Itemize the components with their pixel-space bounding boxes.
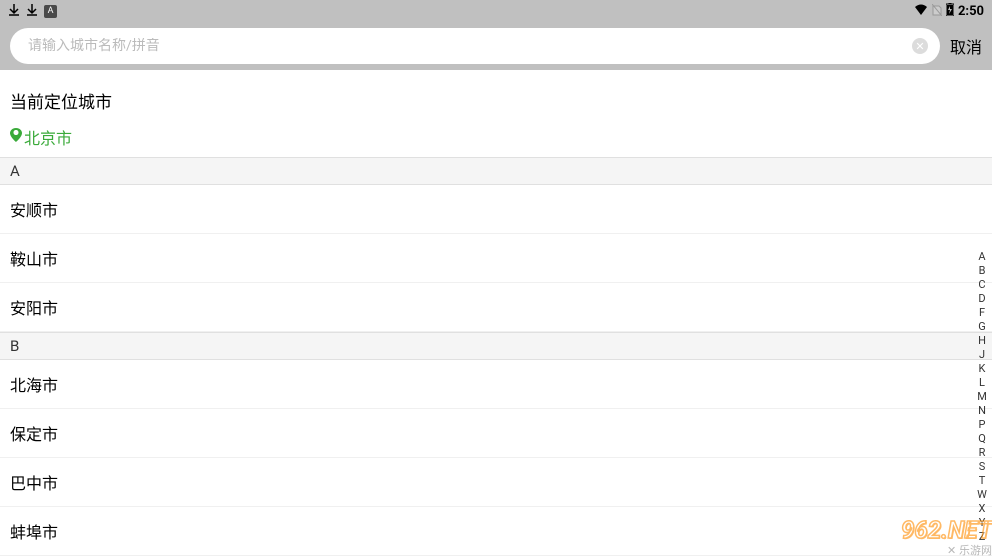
current-location-section: 当前定位城市 北京市 [0, 70, 992, 157]
app-badge-icon: A [44, 5, 57, 18]
city-item[interactable]: 保定市 [0, 409, 992, 458]
index-letter[interactable]: D [974, 292, 990, 306]
download-icon [8, 4, 20, 19]
watermark: 962.NET ✕ 乐游网 [901, 516, 992, 558]
index-letter[interactable]: Q [974, 432, 990, 446]
index-letter[interactable]: A [974, 250, 990, 264]
content-scroll[interactable]: 当前定位城市 北京市 A安顺市鞍山市安阳市B北海市保定市巴中市蚌埠市毕节市宝鸡市… [0, 70, 992, 558]
city-item[interactable]: 安顺市 [0, 185, 992, 234]
index-letter[interactable]: R [974, 446, 990, 460]
watermark-logo: 962.NET [901, 516, 992, 544]
status-left: A [8, 4, 57, 19]
index-letter[interactable]: K [974, 362, 990, 376]
search-bar: ✕ 取消 [0, 22, 992, 70]
index-letter[interactable]: N [974, 404, 990, 418]
section-header: A [0, 157, 992, 185]
search-input-wrapper[interactable]: ✕ [10, 28, 940, 64]
city-item[interactable]: 蚌埠市 [0, 507, 992, 556]
index-letter[interactable]: X [974, 502, 990, 516]
cancel-button[interactable]: 取消 [950, 34, 982, 58]
battery-icon [946, 3, 954, 19]
index-letter[interactable]: B [974, 264, 990, 278]
index-letter[interactable]: W [974, 488, 990, 502]
wifi-icon [914, 4, 928, 19]
index-letter[interactable]: T [974, 474, 990, 488]
city-item[interactable]: 安阳市 [0, 283, 992, 332]
city-item[interactable]: 鞍山市 [0, 234, 992, 283]
status-bar: A 2:50 [0, 0, 992, 22]
current-city-name: 北京市 [24, 125, 72, 149]
search-input[interactable] [28, 38, 912, 54]
location-pin-icon [10, 128, 22, 146]
download-icon-2 [26, 4, 38, 19]
status-time: 2:50 [958, 4, 984, 19]
index-letter[interactable]: C [974, 278, 990, 292]
section-header: B [0, 332, 992, 360]
status-right: 2:50 [914, 3, 984, 19]
watermark-sub: ✕ 乐游网 [901, 542, 992, 558]
index-letter[interactable]: S [974, 460, 990, 474]
index-letter[interactable]: L [974, 376, 990, 390]
current-location-label: 当前定位城市 [10, 88, 982, 113]
index-letter[interactable]: J [974, 348, 990, 362]
index-letter[interactable]: H [974, 334, 990, 348]
alphabet-index[interactable]: ABCDFGHJKLMNPQRSTWXYZ [974, 250, 990, 544]
city-list: A安顺市鞍山市安阳市B北海市保定市巴中市蚌埠市毕节市宝鸡市 [0, 157, 992, 558]
index-letter[interactable]: F [974, 306, 990, 320]
clear-icon[interactable]: ✕ [912, 38, 928, 54]
index-letter[interactable]: M [974, 390, 990, 404]
city-item[interactable]: 北海市 [0, 360, 992, 409]
current-city[interactable]: 北京市 [10, 125, 982, 149]
no-sim-icon [932, 4, 942, 19]
index-letter[interactable]: G [974, 320, 990, 334]
city-item[interactable]: 巴中市 [0, 458, 992, 507]
index-letter[interactable]: P [974, 418, 990, 432]
